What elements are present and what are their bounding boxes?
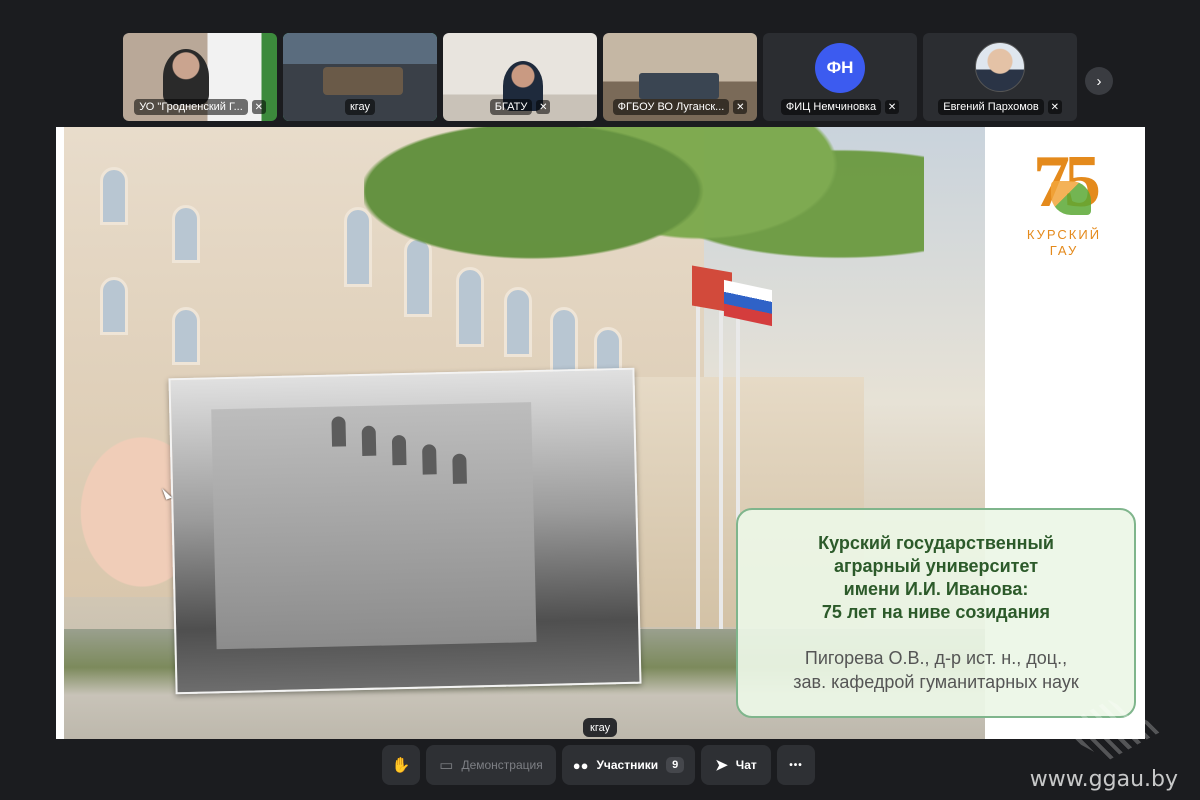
participants-label: Участники <box>596 758 659 772</box>
more-icon: ••• <box>789 759 803 771</box>
chat-label: Чат <box>735 758 757 772</box>
more-button[interactable]: ••• <box>777 745 815 785</box>
screen-icon: ▭ <box>439 756 454 774</box>
participants-count: 9 <box>666 757 685 773</box>
participant-tile[interactable]: ФГБОУ ВО Луганск... ✕ <box>603 33 757 121</box>
archive-photo <box>168 367 642 695</box>
participant-tile[interactable]: УО "Гродненский Г... ✕ <box>123 33 277 121</box>
slide-title-box: Курский государственный аграрный универс… <box>736 508 1136 718</box>
participant-name: УО "Гродненский Г... <box>134 99 248 115</box>
participants-button[interactable]: ●● Участники 9 <box>562 745 695 785</box>
chat-button[interactable]: ➤ Чат <box>701 745 771 785</box>
avatar <box>975 42 1025 92</box>
mic-off-icon: ✕ <box>885 100 900 114</box>
participant-name: кгау <box>344 99 376 115</box>
wheat-leaf-icon <box>1051 181 1091 215</box>
next-participants-button[interactable]: › <box>1085 67 1113 95</box>
watermark-text: www.ggau.by <box>1029 767 1178 792</box>
participant-name: ФИЦ Немчиновка <box>780 99 882 115</box>
participant-strip: УО "Гродненский Г... ✕ кгау БГАТУ ✕ ФГБОУ … <box>123 33 1077 121</box>
presenter-label: кгау <box>583 718 618 737</box>
hand-icon: ✋ <box>391 756 411 774</box>
slide-author: Пигорева О.В., д-р ист. н., доц., зав. к… <box>793 648 1079 692</box>
logo-caption: КУРСКИЙ ГАУ <box>1026 227 1102 258</box>
participant-name: ФГБОУ ВО Луганск... <box>612 99 730 115</box>
screen-share-button[interactable]: ▭ Демонстрация <box>426 745 556 785</box>
avatar-initials: ФН <box>815 43 865 93</box>
shared-screen: 75 КУРСКИЙ ГАУ Курский государственный а… <box>56 127 1145 739</box>
participant-name: Евгений Пархомов <box>938 99 1044 115</box>
participant-tile-active[interactable]: кгау <box>283 33 437 121</box>
participant-tile[interactable]: Евгений Пархомов ✕ <box>923 33 1077 121</box>
mic-off-icon: ✕ <box>1047 100 1062 114</box>
people-icon: ●● <box>572 757 589 773</box>
raise-hand-button[interactable]: ✋ <box>382 745 420 785</box>
send-icon: ➤ <box>715 756 728 774</box>
anniversary-logo: 75 КУРСКИЙ ГАУ <box>1009 145 1119 258</box>
mic-off-icon: ✕ <box>733 100 748 114</box>
tree-image <box>364 127 924 347</box>
mic-off-icon: ✕ <box>536 100 551 114</box>
chevron-right-icon: › <box>1096 72 1102 90</box>
screen-share-label: Демонстрация <box>461 758 543 772</box>
slide-title: Курский государственный аграрный универс… <box>818 533 1054 622</box>
call-toolbar: ✋ ▭ Демонстрация ●● Участники 9 ➤ Чат ••… <box>382 745 815 785</box>
mic-off-icon: ✕ <box>251 100 266 114</box>
video-conference-window: УО "Гродненский Г... ✕ кгау БГАТУ ✕ ФГБОУ … <box>0 0 1200 800</box>
participant-tile[interactable]: ФН ФИЦ Немчиновка ✕ <box>763 33 917 121</box>
participant-name: БГАТУ <box>489 99 533 115</box>
participant-tile[interactable]: БГАТУ ✕ <box>443 33 597 121</box>
